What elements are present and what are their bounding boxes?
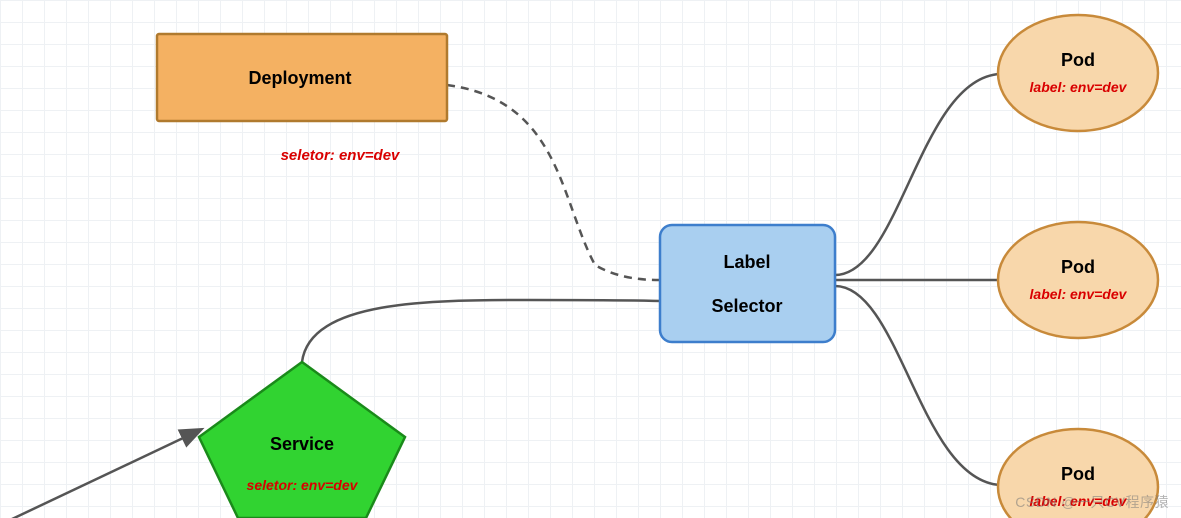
label-selector-node: Label Selector — [660, 225, 835, 342]
edge-deployment-to-selector — [447, 85, 660, 280]
deployment-node: Deployment — [157, 34, 447, 121]
service-label: Service — [270, 434, 334, 454]
edge-selector-to-pod-1 — [835, 74, 1000, 275]
edge-selector-to-pod-3 — [835, 286, 1000, 485]
deployment-selector-text: seletor: env=dev — [281, 147, 401, 164]
pod-label-2: label: env=dev — [1030, 286, 1128, 302]
pod-node-2: Pod label: env=dev — [998, 222, 1158, 338]
label-selector-rect — [660, 225, 835, 342]
pod-title-2: Pod — [1061, 257, 1095, 277]
label-selector-line1: Label — [723, 252, 770, 272]
edge-arrow-to-service — [10, 430, 200, 518]
pod-node-1: Pod label: env=dev — [998, 15, 1158, 131]
deployment-label: Deployment — [248, 68, 351, 88]
pod-title-3: Pod — [1061, 464, 1095, 484]
watermark-text: CSDN @一只CV程序猿 — [1015, 492, 1169, 512]
service-selector-text: seletor: env=dev — [247, 477, 359, 493]
service-node: Service seletor: env=dev — [199, 362, 405, 518]
pod-label-1: label: env=dev — [1030, 79, 1128, 95]
label-selector-line2: Selector — [711, 296, 782, 316]
pod-title-1: Pod — [1061, 50, 1095, 70]
